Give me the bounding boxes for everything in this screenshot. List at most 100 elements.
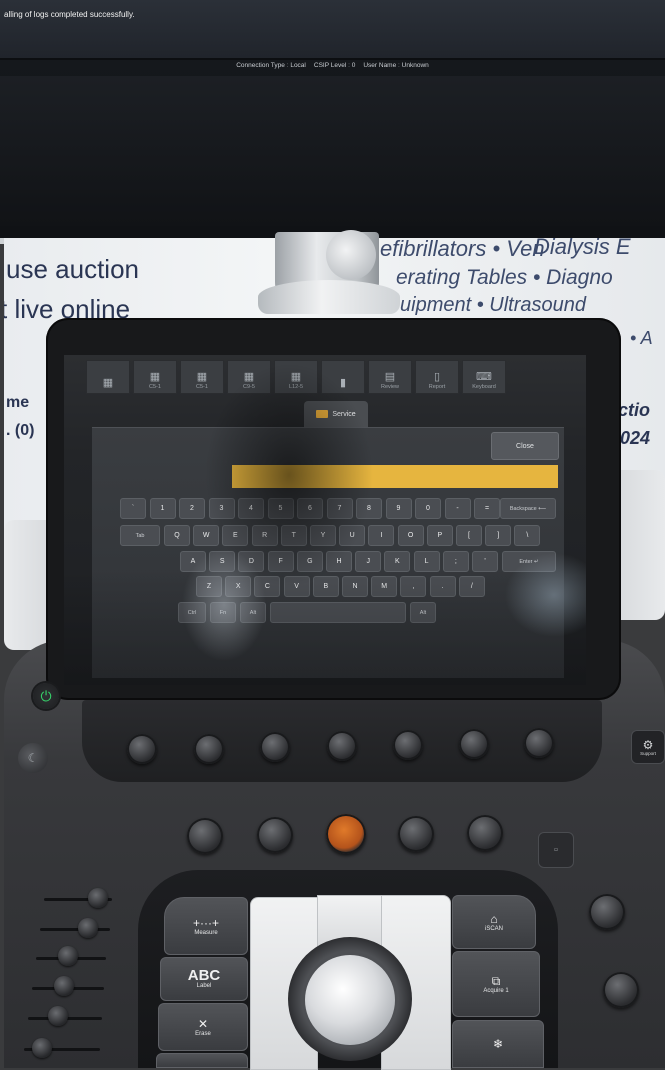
close-button[interactable]: Close	[491, 432, 559, 460]
tab-keyboard[interactable]: ⌨ Keyboard	[462, 360, 506, 394]
key-l[interactable]: L	[413, 551, 440, 572]
key-p[interactable]: P	[426, 525, 453, 546]
key-lbracket[interactable]: [	[456, 525, 482, 546]
tab-report[interactable]: ▯ Report	[415, 360, 459, 394]
key-t[interactable]: T	[280, 525, 307, 546]
mode-knob-4[interactable]	[467, 815, 503, 851]
lower-left-button[interactable]	[156, 1053, 248, 1068]
tab-home[interactable]: ▦	[86, 360, 130, 394]
mode-knob-2[interactable]	[257, 817, 293, 853]
key-u[interactable]: U	[339, 525, 366, 546]
tab-probe[interactable]: ▮	[321, 360, 365, 394]
acquire-button[interactable]: ⧉ Acquire 1	[452, 951, 540, 1017]
trackball[interactable]	[305, 955, 395, 1045]
mode-knob-1[interactable]	[187, 818, 223, 854]
key-7[interactable]: 7	[326, 498, 353, 519]
tgc-slider-6[interactable]	[32, 1038, 52, 1058]
service-text-input[interactable]	[232, 465, 558, 488]
key-w[interactable]: W	[193, 525, 220, 546]
knob-4[interactable]	[327, 731, 357, 761]
key-e[interactable]: E	[222, 525, 249, 546]
key-s[interactable]: S	[209, 551, 236, 572]
key-quote[interactable]: '	[472, 551, 498, 572]
support-button[interactable]: ⚙ Support	[631, 730, 665, 764]
key-comma[interactable]: ,	[400, 576, 427, 597]
key-c[interactable]: C	[254, 576, 281, 597]
tab-probe-c9-5[interactable]: ▦ C9-5	[227, 360, 271, 394]
key-d[interactable]: D	[238, 551, 265, 572]
iscan-button[interactable]: ⌂ iSCAN	[452, 895, 536, 949]
knob-3[interactable]	[260, 732, 290, 762]
key-backspace[interactable]: Backspace ⟵	[500, 498, 556, 519]
key-k[interactable]: K	[384, 551, 411, 572]
key-backtick[interactable]: `	[120, 498, 146, 519]
key-tab[interactable]: Tab	[120, 525, 160, 546]
tgc-slider-2[interactable]	[78, 918, 98, 938]
key-semicolon[interactable]: ;	[442, 551, 469, 572]
side-knob-lower[interactable]	[603, 972, 639, 1008]
tgc-slider-3[interactable]	[58, 946, 78, 966]
key-i[interactable]: I	[368, 525, 395, 546]
key-n[interactable]: N	[342, 576, 368, 597]
key-minus[interactable]: -	[444, 498, 471, 519]
stand-adjust-knob[interactable]	[326, 230, 376, 280]
key-m[interactable]: M	[371, 576, 398, 597]
measure-button[interactable]: +···+ Measure	[164, 897, 248, 955]
tgc-slider-4[interactable]	[54, 976, 74, 996]
key-1[interactable]: 1	[149, 498, 176, 519]
key-y[interactable]: Y	[310, 525, 336, 546]
key-a[interactable]: A	[180, 551, 206, 572]
key-rbracket[interactable]: ]	[485, 525, 512, 546]
erase-button[interactable]: ✕ Erase	[158, 1003, 248, 1051]
knob-2[interactable]	[194, 734, 224, 764]
mode-knob-3[interactable]	[398, 816, 434, 852]
power-button[interactable]: ⏻	[33, 683, 59, 709]
key-h[interactable]: H	[326, 551, 352, 572]
key-b[interactable]: B	[312, 576, 339, 597]
standby-button[interactable]: ☾	[18, 743, 48, 773]
tab-probe-c5-1b[interactable]: ▦ C5-1	[180, 360, 224, 394]
tgc-slider-1[interactable]	[88, 888, 108, 908]
key-enter[interactable]: Enter ↵	[502, 551, 556, 572]
key-8[interactable]: 8	[356, 498, 382, 519]
tab-probe-l12-5[interactable]: ▦ L12-5	[274, 360, 318, 394]
freeze-button[interactable]: ❄	[452, 1020, 544, 1068]
key-g[interactable]: G	[296, 551, 323, 572]
tab-probe-c5-1a[interactable]: ▦ C5-1	[133, 360, 177, 394]
key-alt-right[interactable]: Alt	[410, 602, 436, 623]
tgc-slider-5[interactable]	[48, 1006, 68, 1026]
auxiliary-button[interactable]: ▫	[538, 832, 574, 868]
knob-6[interactable]	[459, 729, 489, 759]
key-9[interactable]: 9	[385, 498, 412, 519]
key-0[interactable]: 0	[415, 498, 441, 519]
key-ctrl[interactable]: Ctrl	[178, 602, 206, 623]
key-j[interactable]: J	[355, 551, 382, 572]
key-period[interactable]: .	[429, 576, 456, 597]
key-backslash[interactable]: \	[514, 525, 541, 546]
key-slash[interactable]: /	[458, 576, 485, 597]
key-r[interactable]: R	[251, 525, 278, 546]
key-6[interactable]: 6	[297, 498, 323, 519]
key-2[interactable]: 2	[179, 498, 205, 519]
key-alt[interactable]: Alt	[240, 602, 266, 623]
tab-review[interactable]: ▤ Review	[368, 360, 412, 394]
key-4[interactable]: 4	[238, 498, 264, 519]
key-space[interactable]	[270, 602, 406, 623]
key-q[interactable]: Q	[164, 525, 190, 546]
key-x[interactable]: X	[225, 576, 252, 597]
2d-mode-knob[interactable]	[326, 814, 366, 854]
key-z[interactable]: Z	[196, 576, 222, 597]
knob-5[interactable]	[393, 730, 423, 760]
side-knob-upper[interactable]	[589, 894, 625, 930]
key-equals[interactable]: =	[474, 498, 500, 519]
label-button[interactable]: ABC Label	[160, 957, 248, 1001]
key-o[interactable]: O	[397, 525, 424, 546]
tab-service[interactable]: Service	[304, 401, 368, 427]
key-fn[interactable]: Fn	[210, 602, 236, 623]
key-5[interactable]: 5	[267, 498, 294, 519]
key-3[interactable]: 3	[208, 498, 235, 519]
knob-7[interactable]	[524, 728, 554, 758]
key-v[interactable]: V	[283, 576, 310, 597]
knob-1[interactable]	[127, 734, 157, 764]
key-f[interactable]: F	[267, 551, 294, 572]
